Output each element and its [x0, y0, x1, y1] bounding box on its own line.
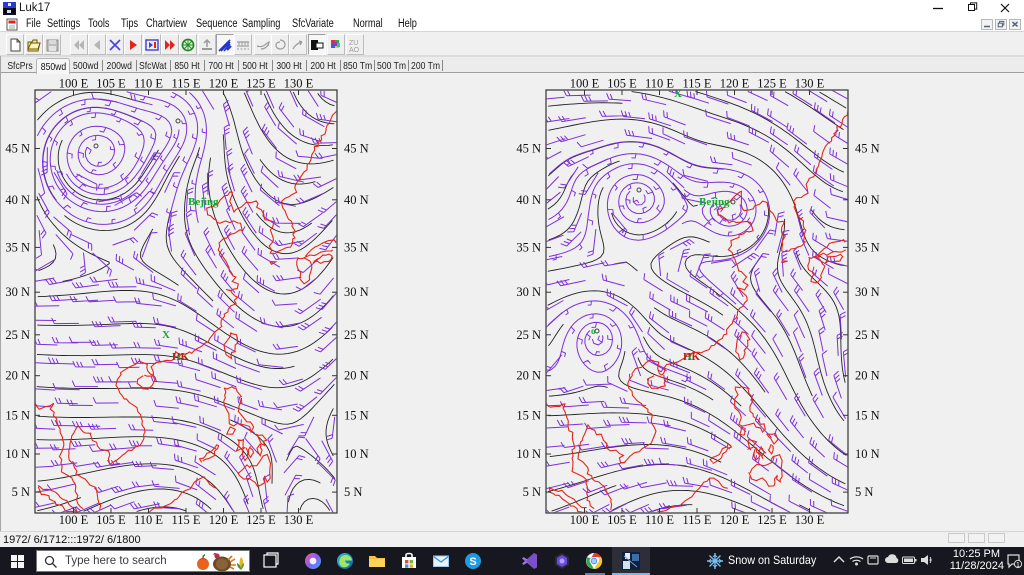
svg-text:10 N: 10 N [344, 447, 369, 461]
svg-text:45 N: 45 N [344, 142, 369, 156]
svg-text:30 N: 30 N [344, 285, 369, 299]
svg-text:45 N: 45 N [516, 142, 541, 156]
svg-text:105 E: 105 E [607, 513, 637, 527]
svg-text:20 N: 20 N [855, 369, 880, 383]
svg-text:10 N: 10 N [855, 447, 880, 461]
svg-text:130 E: 130 E [284, 513, 314, 527]
svg-text:100 E: 100 E [570, 513, 600, 527]
svg-text:5 N: 5 N [344, 485, 362, 499]
svg-text:125 E: 125 E [757, 513, 787, 527]
svg-text:40 N: 40 N [516, 193, 541, 207]
svg-text:45 N: 45 N [5, 142, 30, 156]
svg-text:120 E: 120 E [209, 513, 239, 527]
svg-text:ZU: ZU [349, 40, 358, 47]
svg-text:20 N: 20 N [516, 369, 541, 383]
svg-text:25 N: 25 N [344, 328, 369, 342]
svg-text:100 E: 100 E [59, 513, 89, 527]
svg-text:S: S [469, 556, 476, 568]
svg-text:AO: AO [349, 47, 360, 53]
svg-text:Bejing: Bejing [699, 196, 730, 208]
svg-text:Bejing: Bejing [188, 196, 219, 208]
svg-text:110 E: 110 E [134, 77, 163, 91]
svg-text:130 E: 130 E [795, 77, 825, 91]
svg-text:20 N: 20 N [344, 369, 369, 383]
svg-text:x: x [177, 352, 182, 362]
svg-text:120 E: 120 E [720, 513, 750, 527]
svg-text:25 N: 25 N [516, 328, 541, 342]
svg-text:25 N: 25 N [855, 328, 880, 342]
svg-text:115 E: 115 E [171, 513, 200, 527]
svg-text:130 E: 130 E [795, 513, 825, 527]
svg-text:35 N: 35 N [344, 240, 369, 254]
svg-text:100 E: 100 E [570, 77, 600, 91]
svg-text:5 N: 5 N [855, 485, 873, 499]
svg-text:40 N: 40 N [855, 193, 880, 207]
svg-text:10 N: 10 N [516, 447, 541, 461]
svg-text:5 N: 5 N [523, 485, 541, 499]
svg-text:115 E: 115 E [682, 513, 711, 527]
svg-text:25 N: 25 N [5, 328, 30, 342]
svg-text:105 E: 105 E [96, 77, 126, 91]
svg-text:15 N: 15 N [344, 408, 369, 422]
svg-text:125 E: 125 E [757, 77, 787, 91]
svg-text:5 N: 5 N [12, 485, 30, 499]
svg-text:35 N: 35 N [855, 240, 880, 254]
svg-text:35 N: 35 N [5, 240, 30, 254]
svg-text:120 E: 120 E [720, 77, 750, 91]
svg-text:30 N: 30 N [855, 285, 880, 299]
svg-text:45 N: 45 N [855, 142, 880, 156]
svg-text:20 N: 20 N [5, 369, 30, 383]
svg-text:10 N: 10 N [5, 447, 30, 461]
svg-text:x: x [688, 352, 693, 362]
svg-text:40 N: 40 N [344, 193, 369, 207]
svg-text:130 E: 130 E [284, 77, 314, 91]
svg-text:15 N: 15 N [855, 408, 880, 422]
svg-text:110 E: 110 E [645, 513, 674, 527]
svg-text:115 E: 115 E [682, 77, 711, 91]
svg-text:105 E: 105 E [607, 77, 637, 91]
svg-text:o: o [591, 326, 596, 336]
svg-text:110 E: 110 E [134, 513, 163, 527]
svg-text:40 N: 40 N [5, 193, 30, 207]
svg-text:30 N: 30 N [516, 285, 541, 299]
svg-text:115 E: 115 E [171, 77, 200, 91]
svg-text:15 N: 15 N [516, 408, 541, 422]
svg-text:125 E: 125 E [246, 513, 276, 527]
svg-text:30 N: 30 N [5, 285, 30, 299]
svg-text:125 E: 125 E [246, 77, 276, 91]
svg-text:1: 1 [1016, 562, 1020, 569]
svg-text:100 E: 100 E [59, 77, 89, 91]
svg-text:110 E: 110 E [645, 77, 674, 91]
svg-text:35 N: 35 N [516, 240, 541, 254]
svg-text:15 N: 15 N [5, 408, 30, 422]
svg-text:105 E: 105 E [96, 513, 126, 527]
svg-text:120 E: 120 E [209, 77, 239, 91]
svg-text:X: X [162, 329, 170, 341]
